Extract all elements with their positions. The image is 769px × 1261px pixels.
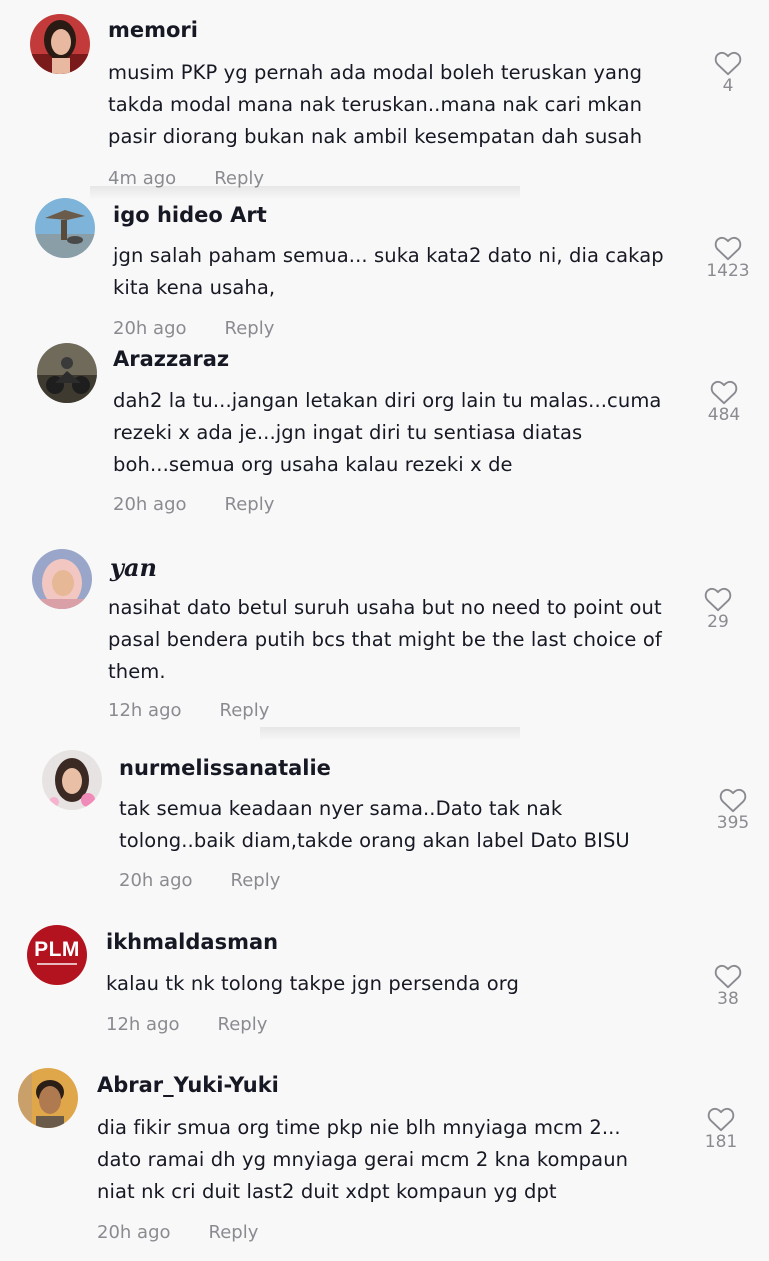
heart-icon <box>704 587 732 612</box>
divider <box>90 186 520 200</box>
comment-line: dia fikir smua org time pkp nie blh mnyi… <box>97 1116 621 1139</box>
profile-photo-woman-icon <box>30 14 90 74</box>
comment-line: them. <box>108 660 166 683</box>
profile-photo-motorbike-icon <box>37 343 97 403</box>
reply-button[interactable]: Reply <box>225 318 275 339</box>
username[interactable]: Arazzaraz <box>113 347 229 371</box>
comment-meta: 12h ago Reply <box>108 700 269 721</box>
heart-icon <box>719 788 747 813</box>
logo-text: PLM <box>34 938 80 961</box>
avatar[interactable] <box>42 750 102 810</box>
avatar[interactable] <box>18 1068 78 1128</box>
plm-logo-icon: PLM <box>27 925 87 985</box>
timestamp: 20h ago <box>119 870 193 891</box>
profile-photo-sky-icon <box>35 198 95 258</box>
comment-line: boh...semua org usaha kalau rezeki x de <box>113 453 513 476</box>
like-count: 1423 <box>706 261 750 281</box>
avatar[interactable] <box>37 343 97 403</box>
like-button[interactable]: 181 <box>693 1106 749 1152</box>
comment-line: rezeki x ada je...jgn ingat diri tu sent… <box>113 421 583 444</box>
username[interactable]: ikhmaldasman <box>106 930 278 954</box>
comment-line: jgn salah paham semua... suka kata2 dato… <box>113 244 664 267</box>
comment-line: pasir diorang bukan nak ambil kesempatan… <box>108 125 643 148</box>
like-count: 29 <box>707 612 729 632</box>
like-count: 484 <box>707 405 741 425</box>
divider <box>260 727 520 741</box>
username[interactable]: igo hideo Art <box>113 203 267 227</box>
comment-line: niat nk cri duit last2 duit xdpt kompaun… <box>97 1180 557 1203</box>
avatar[interactable]: PLM <box>27 925 87 985</box>
username[interactable]: nurmelissanatalie <box>119 756 331 780</box>
comment-line: nasihat dato betul suruh usaha but no ne… <box>108 596 662 619</box>
profile-photo-girl-icon <box>42 750 102 810</box>
comment-line: kita kena usaha, <box>113 276 276 299</box>
username[interactable]: Abrar_Yuki-Yuki <box>97 1073 279 1097</box>
avatar[interactable] <box>30 14 90 74</box>
like-button[interactable]: 484 <box>696 379 752 425</box>
like-count: 38 <box>717 989 739 1009</box>
like-button[interactable]: 29 <box>690 586 746 632</box>
comment-meta: 20h ago Reply <box>113 494 274 515</box>
like-count: 181 <box>704 1132 738 1152</box>
like-count: 4 <box>722 76 734 96</box>
username[interactable]: yan <box>110 553 157 582</box>
comment-line: takda modal mana nak teruskan..mana nak … <box>108 93 643 116</box>
like-button[interactable]: 4 <box>700 50 756 96</box>
like-button[interactable]: 395 <box>705 787 761 833</box>
heart-icon <box>714 964 742 989</box>
like-button[interactable]: 1423 <box>700 235 756 281</box>
comment-line: musim PKP yg pernah ada modal boleh teru… <box>108 61 643 84</box>
comment-line: dah2 la tu...jangan letakan diri org lai… <box>113 389 662 412</box>
username[interactable]: memori <box>108 18 198 42</box>
timestamp: 20h ago <box>113 494 187 515</box>
comment-meta: 12h ago Reply <box>106 1014 267 1035</box>
comment-meta: 20h ago Reply <box>113 318 274 339</box>
avatar[interactable] <box>32 549 92 609</box>
timestamp: 12h ago <box>108 700 182 721</box>
reply-button[interactable]: Reply <box>231 870 281 891</box>
reply-button[interactable]: Reply <box>225 494 275 515</box>
heart-icon <box>707 1107 735 1132</box>
comment-meta: 20h ago Reply <box>119 870 280 891</box>
timestamp: 12h ago <box>106 1014 180 1035</box>
avatar[interactable] <box>35 198 95 258</box>
timestamp: 20h ago <box>97 1222 171 1243</box>
heart-icon <box>714 51 742 76</box>
comment-line: tak semua keadaan nyer sama..Dato tak na… <box>119 797 563 820</box>
profile-photo-hijab-icon <box>32 549 92 609</box>
comment-line: kalau tk nk tolong takpe jgn persenda or… <box>106 972 519 995</box>
heart-icon <box>714 236 742 261</box>
timestamp: 20h ago <box>113 318 187 339</box>
heart-icon <box>710 380 738 405</box>
comment-line: tolong..baik diam,takde orang akan label… <box>119 829 630 852</box>
comment-meta: 20h ago Reply <box>97 1222 258 1243</box>
like-count: 395 <box>716 813 750 833</box>
reply-button[interactable]: Reply <box>209 1222 259 1243</box>
comment-line: dato ramai dh yg mnyiaga gerai mcm 2 kna… <box>97 1148 629 1171</box>
comment-line: pasal bendera putih bcs that might be th… <box>108 628 662 651</box>
reply-button[interactable]: Reply <box>220 700 270 721</box>
profile-photo-man-icon <box>18 1068 78 1128</box>
reply-button[interactable]: Reply <box>218 1014 268 1035</box>
like-button[interactable]: 38 <box>700 963 756 1009</box>
